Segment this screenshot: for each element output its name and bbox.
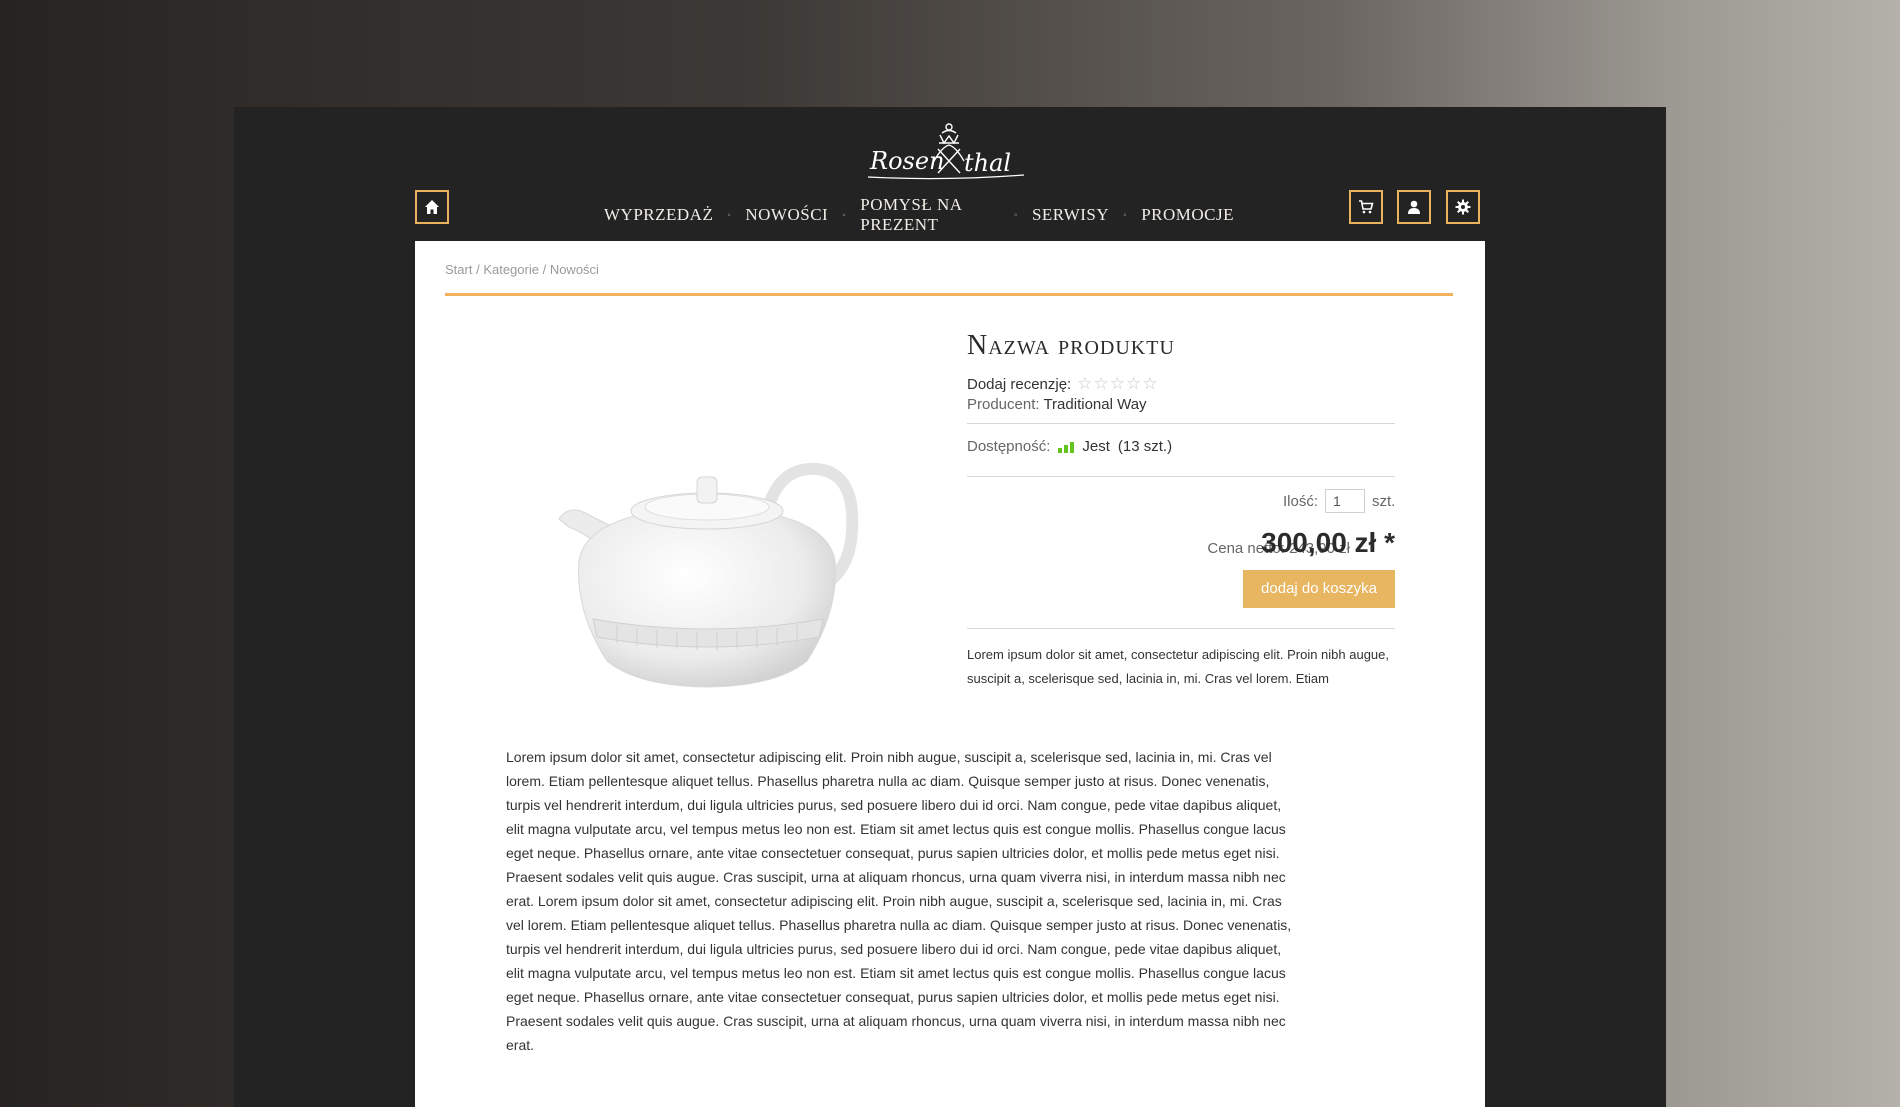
user-icon xyxy=(1408,200,1420,214)
review-label: Dodaj recenzję: xyxy=(967,375,1072,393)
quantity-unit: szt. xyxy=(1372,492,1396,510)
divider xyxy=(967,628,1395,629)
nav-item-nowosci[interactable]: NOWOŚCI xyxy=(745,205,828,225)
producer-label: Producent: xyxy=(967,396,1040,413)
availability-row: Dostępność: Jest (13 szt.) xyxy=(967,438,1172,455)
breadcrumb-item-start[interactable]: Start xyxy=(445,262,472,277)
gear-icon xyxy=(1455,199,1471,215)
short-description: Lorem ipsum dolor sit amet, consectetur … xyxy=(967,647,1389,686)
product-panel: Start / Kategorie / Nowości Nazwa produk… xyxy=(415,241,1485,1107)
quantity-input[interactable] xyxy=(1325,489,1366,513)
stock-level-icon xyxy=(1058,441,1075,453)
availability-count: (13 szt.) xyxy=(1117,438,1173,455)
nav-separator: ◦ xyxy=(727,209,732,221)
divider xyxy=(967,476,1395,477)
home-button[interactable] xyxy=(415,190,449,224)
nav-separator: ◦ xyxy=(842,209,847,221)
review-row: Dodaj recenzję: ☆☆☆☆☆ xyxy=(967,374,1158,394)
nav-item-wyprzedaz[interactable]: WYPRZEDAŻ xyxy=(604,205,713,225)
nav-separator: ◦ xyxy=(1123,209,1128,221)
nav-item-promocje[interactable]: PROMOCJE xyxy=(1141,205,1234,225)
rating-stars[interactable]: ☆☆☆☆☆ xyxy=(1077,374,1158,394)
gross-price: 300,00 zł * xyxy=(1261,527,1395,558)
breadcrumb-item-nowosci[interactable]: Nowości xyxy=(550,262,599,277)
home-icon xyxy=(425,200,439,214)
svg-text:thal: thal xyxy=(964,149,1011,177)
nav-separator: ◦ xyxy=(1013,209,1018,221)
site-frame: Rosen thal WYPRZEDAŻ ◦ NOWOŚCI ◦ POMYSŁ … xyxy=(234,107,1666,1107)
quantity-label: Ilość: xyxy=(1283,492,1319,510)
rosenthal-logo[interactable]: Rosen thal xyxy=(864,121,1034,185)
breadcrumb-separator: / xyxy=(538,262,550,277)
availability-value: Jest xyxy=(1082,438,1110,455)
breadcrumb: Start / Kategorie / Nowości xyxy=(445,262,599,277)
account-button[interactable] xyxy=(1397,190,1431,224)
divider xyxy=(967,423,1395,424)
long-description: Lorem ipsum dolor sit amet, consectetur … xyxy=(506,749,1292,1053)
cart-button[interactable] xyxy=(1349,190,1383,224)
settings-button[interactable] xyxy=(1446,190,1480,224)
add-to-cart-button[interactable]: dodaj do koszyka xyxy=(1243,570,1395,608)
producer-row: Producent: Traditional Way xyxy=(967,396,1147,413)
quantity-row: Ilość: szt. xyxy=(1283,489,1395,513)
breadcrumb-divider xyxy=(445,293,1453,296)
cart-icon xyxy=(1359,200,1374,214)
producer-link[interactable]: Traditional Way xyxy=(1043,396,1146,413)
breadcrumb-item-kategorie[interactable]: Kategorie xyxy=(483,262,539,277)
product-image[interactable] xyxy=(507,411,917,721)
main-nav: WYPRZEDAŻ ◦ NOWOŚCI ◦ POMYSŁ NA PREZENT … xyxy=(604,195,1234,234)
nav-item-serwisy[interactable]: SERWISY xyxy=(1032,205,1109,225)
availability-label: Dostępność: xyxy=(967,438,1051,455)
product-title: Nazwa produktu xyxy=(967,330,1175,361)
breadcrumb-separator: / xyxy=(472,262,484,277)
nav-item-pomysl-na-prezent[interactable]: POMYSŁ NA PREZENT xyxy=(860,195,1000,235)
svg-text:Rosen: Rosen xyxy=(869,147,945,175)
